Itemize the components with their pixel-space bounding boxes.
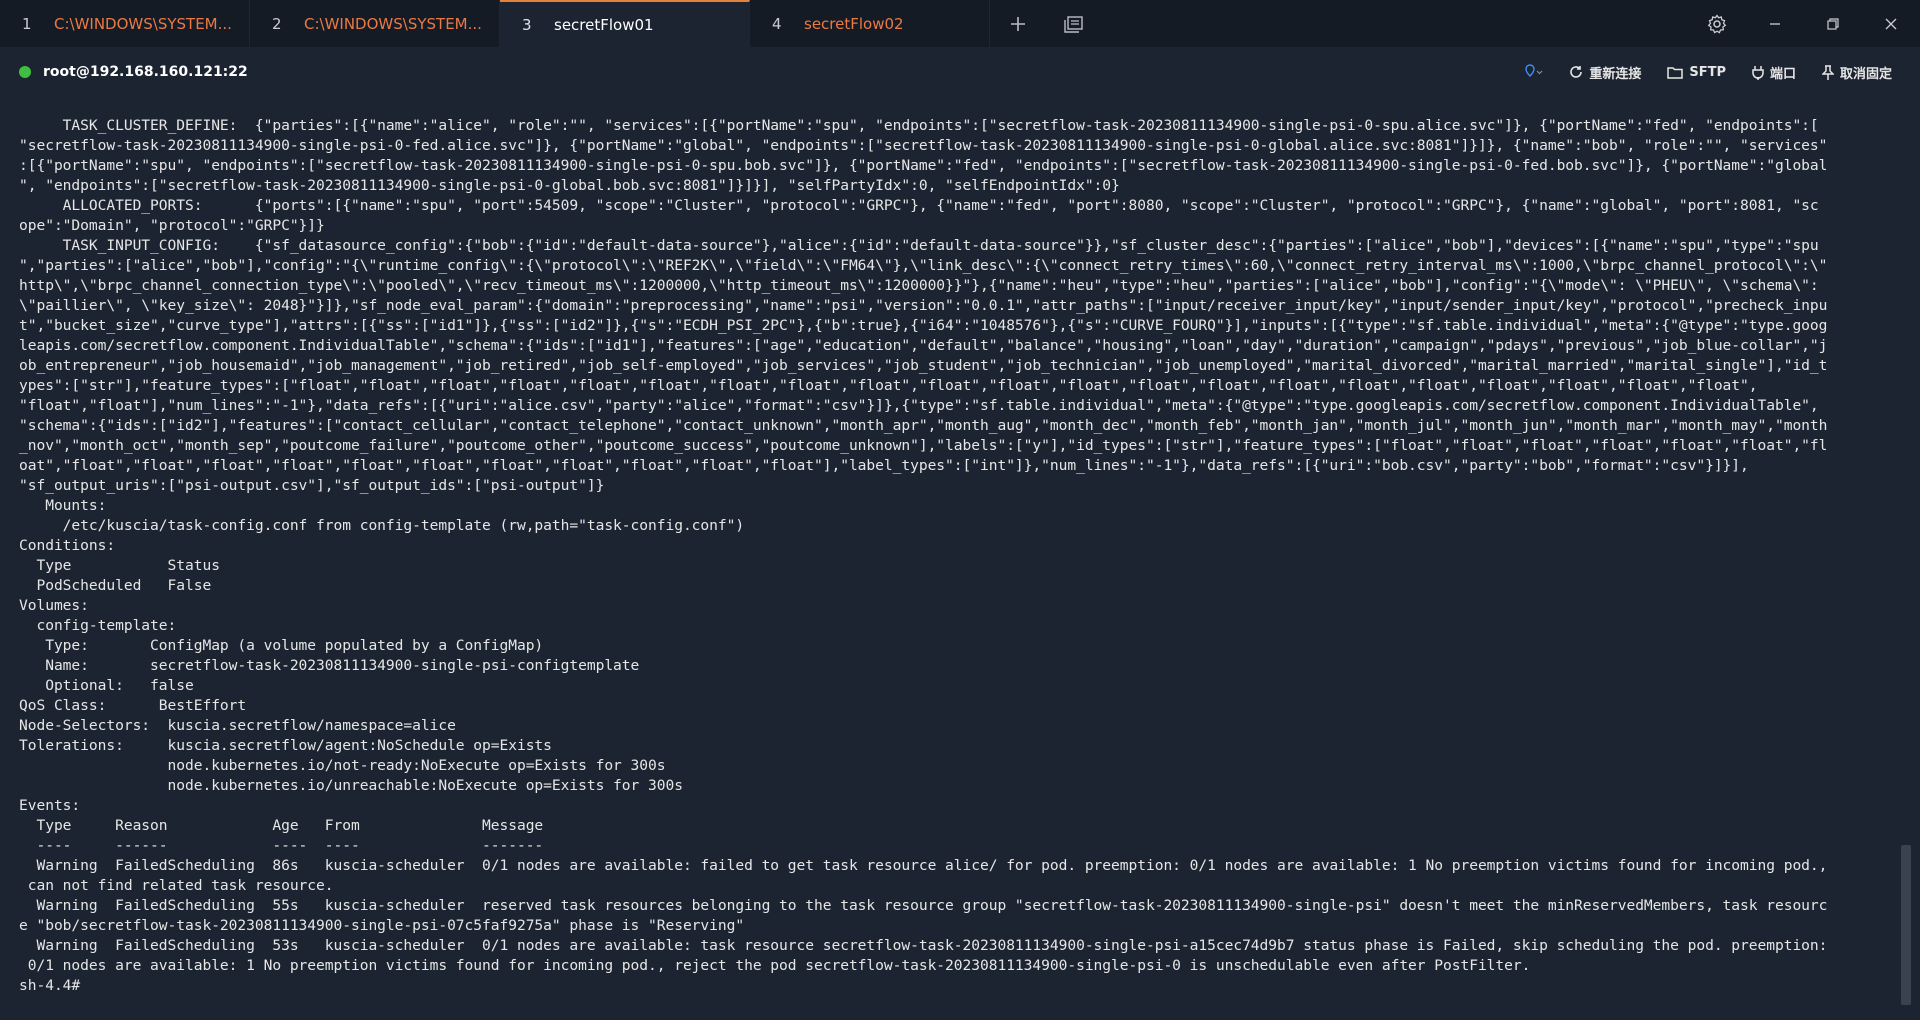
terminal-line: node.kubernetes.io/unreachable:NoExecute… bbox=[19, 777, 684, 794]
terminal-line: ope":"Domain", "protocol":"GRPC"}]} bbox=[19, 217, 325, 234]
terminal-line: Type Reason Age From Message bbox=[19, 817, 544, 834]
tab-overview-icon bbox=[1064, 15, 1083, 33]
session-bar: root@192.168.160.121:22 重新连接 SFTP 端口 取消固… bbox=[0, 47, 1920, 97]
terminal-line: Warning FailedScheduling 55s kuscia-sche… bbox=[19, 897, 1828, 914]
terminal-line: "secretflow-task-20230811134900-single-p… bbox=[19, 137, 1828, 154]
sftp-button[interactable]: SFTP bbox=[1667, 65, 1726, 80]
terminal-line: ---- ------ ---- ---- ------- bbox=[19, 837, 544, 854]
maximize-icon bbox=[1827, 17, 1839, 30]
terminal-scrollbar-thumb[interactable] bbox=[1901, 845, 1911, 1005]
terminal-line: Optional: false bbox=[19, 677, 194, 694]
terminal-line: http\",\"brpc_channel_connection_type\":… bbox=[19, 277, 1819, 294]
tab-label: secretFlow02 bbox=[804, 14, 904, 33]
sftp-label: SFTP bbox=[1689, 64, 1726, 80]
terminal-line: "schema":{"ids":["id2"],"features":["con… bbox=[19, 417, 1828, 434]
tab-label: secretFlow01 bbox=[554, 15, 654, 34]
terminal-line: Node-Selectors: kuscia.secretflow/namesp… bbox=[19, 717, 456, 734]
terminal-line: Warning FailedScheduling 86s kuscia-sche… bbox=[19, 857, 1828, 874]
folder-icon bbox=[1667, 66, 1684, 79]
terminal-line: /etc/kuscia/task-config.conf from config… bbox=[19, 517, 745, 534]
terminal-line: Volumes: bbox=[19, 597, 89, 614]
reconnect-label: 重新连接 bbox=[1589, 66, 1642, 82]
tab-bar: 1 C:\WINDOWS\SYSTEM... 2 C:\WINDOWS\SYST… bbox=[0, 0, 1920, 47]
terminal-line: "float","float"],"num_lines":"-1"},"data… bbox=[19, 397, 1819, 414]
terminal-line: e "bob/secretflow-task-20230811134900-si… bbox=[19, 917, 745, 934]
minimize-button[interactable] bbox=[1746, 0, 1804, 47]
window-controls bbox=[1688, 0, 1920, 47]
tab-secretflow01[interactable]: 3 secretFlow01 bbox=[500, 0, 750, 47]
terminal-line: QoS Class: BestEffort bbox=[19, 697, 247, 714]
tab-number: 4 bbox=[772, 14, 782, 33]
gear-icon bbox=[1707, 13, 1727, 34]
close-button[interactable] bbox=[1862, 0, 1920, 47]
add-tab-button[interactable] bbox=[990, 0, 1046, 47]
terminal-line: Type Status bbox=[19, 557, 220, 574]
terminal-line: oat","float","float","float","float","fl… bbox=[19, 457, 1749, 474]
port-button[interactable]: 端口 bbox=[1752, 63, 1796, 82]
terminal-line: ALLOCATED_PORTS: {"ports":[{"name":"spu"… bbox=[19, 197, 1819, 214]
terminal-line: ypes":["str"],"feature_types":["float","… bbox=[19, 377, 1758, 394]
pin-icon bbox=[1525, 64, 1543, 77]
terminal-line: t","bucket_size","curve_type"],"attrs":[… bbox=[19, 317, 1828, 334]
terminal-line: ","parties":["alice","bob"],"config":"{\… bbox=[19, 257, 1828, 274]
tab-label: C:\WINDOWS\SYSTEM... bbox=[304, 14, 482, 33]
terminal-line: "sf_output_uris":["psi-output.csv"],"sf_… bbox=[19, 477, 605, 494]
connection-status-dot bbox=[19, 66, 31, 78]
terminal-line: PodScheduled False bbox=[19, 577, 212, 594]
terminal-line: TASK_CLUSTER_DEFINE: {"parties":[{"name"… bbox=[19, 117, 1819, 134]
terminal-line: ", "endpoints":["secretflow-task-2023081… bbox=[19, 177, 1120, 194]
terminal-line: Tolerations: kuscia.secretflow/agent:NoS… bbox=[19, 737, 552, 754]
unpin-label: 取消固定 bbox=[1839, 66, 1892, 82]
terminal-line: Name: secretflow-task-20230811134900-sin… bbox=[19, 657, 640, 674]
minimize-icon bbox=[1770, 22, 1780, 25]
unpin-icon bbox=[1821, 64, 1834, 80]
unpin-button[interactable]: 取消固定 bbox=[1821, 63, 1892, 82]
terminal-line: Conditions: bbox=[19, 537, 116, 554]
pin-dropdown-button[interactable] bbox=[1525, 64, 1543, 80]
tab-cmd-1[interactable]: 1 C:\WINDOWS\SYSTEM... bbox=[0, 0, 250, 47]
terminal-line: config-template: bbox=[19, 617, 177, 634]
port-label: 端口 bbox=[1769, 66, 1796, 82]
maximize-button[interactable] bbox=[1804, 0, 1862, 47]
tab-number: 2 bbox=[272, 14, 282, 33]
tab-label: C:\WINDOWS\SYSTEM... bbox=[54, 14, 232, 33]
add-tab-icon bbox=[1011, 16, 1025, 31]
tab-cmd-2[interactable]: 2 C:\WINDOWS\SYSTEM... bbox=[250, 0, 500, 47]
session-actions: 重新连接 SFTP 端口 取消固定 bbox=[1525, 47, 1892, 97]
plug-icon bbox=[1752, 65, 1764, 80]
close-icon bbox=[1885, 18, 1897, 29]
terminal-line: node.kubernetes.io/not-ready:NoExecute o… bbox=[19, 757, 666, 774]
session-host: root@192.168.160.121:22 bbox=[43, 64, 248, 80]
terminal-line: ob_entrepreneur","job_housemaid","job_ma… bbox=[19, 357, 1828, 374]
terminal-line: can not find related task resource. bbox=[19, 877, 334, 894]
terminal-line: leapis.com/secretflow.component.Individu… bbox=[19, 337, 1828, 354]
tab-overview-button[interactable] bbox=[1046, 0, 1102, 47]
terminal-line: :[{"portName":"spu", "endpoints":["secre… bbox=[19, 157, 1828, 174]
tab-secretflow02[interactable]: 4 secretFlow02 bbox=[750, 0, 990, 47]
terminal-output[interactable]: TASK_CLUSTER_DEFINE: {"parties":[{"name"… bbox=[19, 116, 1884, 1006]
terminal-line: sh-4.4# bbox=[19, 977, 81, 994]
terminal-line: Type: ConfigMap (a volume populated by a… bbox=[19, 637, 544, 654]
terminal-line: Mounts: bbox=[19, 497, 107, 514]
tab-number: 1 bbox=[22, 14, 32, 33]
tab-number: 3 bbox=[522, 15, 532, 34]
terminal-line: TASK_INPUT_CONFIG: {"sf_datasource_confi… bbox=[19, 237, 1819, 254]
reconnect-button[interactable]: 重新连接 bbox=[1569, 63, 1641, 82]
terminal-line: 0/1 nodes are available: 1 No preemption… bbox=[19, 957, 1531, 974]
settings-button[interactable] bbox=[1688, 0, 1746, 47]
terminal-line: \"paillier\", \"key_size\": 2048}"}]},"s… bbox=[19, 297, 1828, 314]
terminal-line: Events: bbox=[19, 797, 81, 814]
terminal-line: Warning FailedScheduling 53s kuscia-sche… bbox=[19, 937, 1828, 954]
terminal-line: _nov","month_oct","month_sep","poutcome_… bbox=[19, 437, 1828, 454]
refresh-icon bbox=[1570, 66, 1583, 78]
